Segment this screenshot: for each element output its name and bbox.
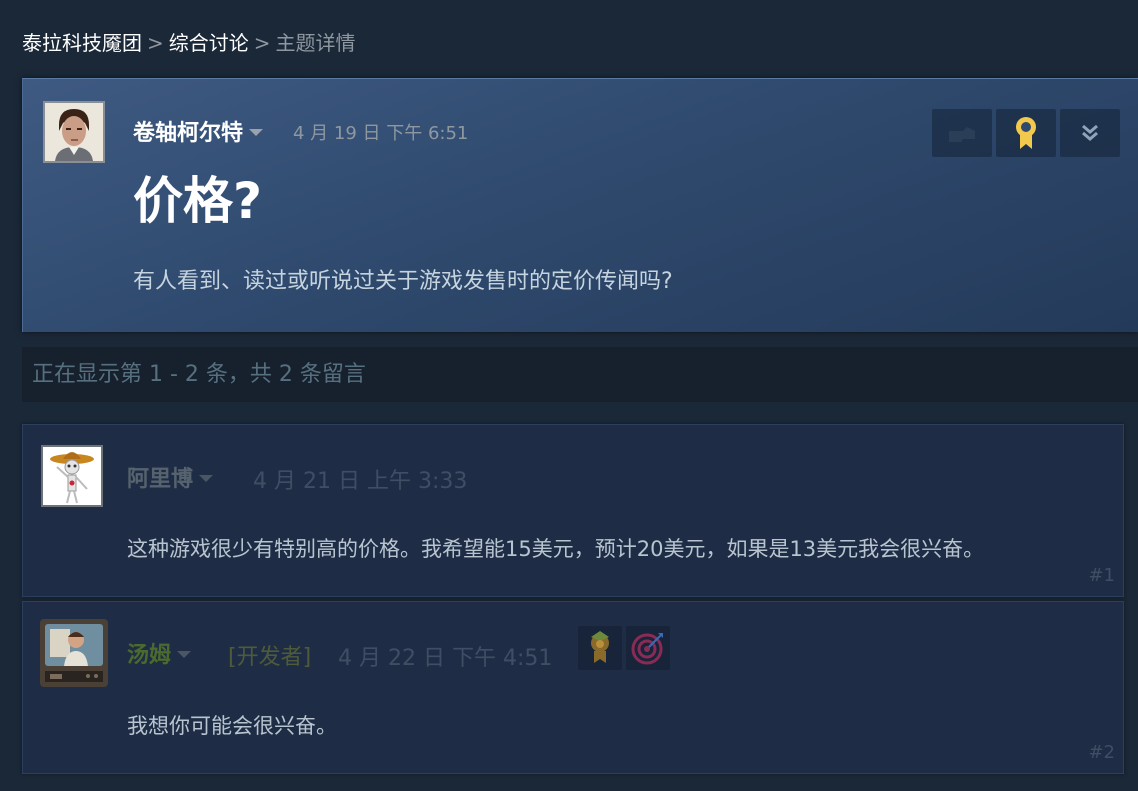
original-post: 卷轴柯尔特 4 月 19 日 下午 6:51 价格? 有人看到、读过或听说过关于… xyxy=(22,78,1138,332)
comment-author-label: 阿里博 xyxy=(127,467,194,492)
breadcrumb-separator: > xyxy=(147,31,164,55)
comment-text: 我想你可能会很兴奋。 xyxy=(127,714,337,738)
trophy-badge-icon xyxy=(591,631,609,663)
caret-down-icon[interactable] xyxy=(249,128,264,136)
caret-down-icon[interactable] xyxy=(177,650,192,658)
developer-tag: [开发者] xyxy=(228,645,312,670)
award-badges xyxy=(578,626,670,670)
comment: 汤姆 [开发者] 4 月 22 日 下午 4:51 我想你可能会很兴奋。 #2 xyxy=(22,601,1124,774)
op-author-name[interactable]: 卷轴柯尔特 xyxy=(133,115,264,147)
developer-author-name[interactable]: 汤姆 xyxy=(127,637,192,669)
comment-avatar[interactable] xyxy=(41,445,103,507)
comment-number[interactable]: #2 xyxy=(1088,742,1115,763)
comment: 阿里博 4 月 21 日 上午 3:33 这种游戏很少有特别高的价格。我希望能1… xyxy=(22,424,1124,597)
breadcrumb: 泰拉科技魇团 > 综合讨论 > 主题详情 xyxy=(22,30,356,56)
breadcrumb-group-link[interactable]: 泰拉科技魇团 xyxy=(22,31,142,55)
thumb-button[interactable] xyxy=(932,109,992,157)
op-date: 4 月 19 日 下午 6:51 xyxy=(293,123,469,144)
double-chevron-down-icon xyxy=(1082,124,1098,141)
op-avatar[interactable] xyxy=(43,101,105,163)
caret-down-icon[interactable] xyxy=(199,474,214,482)
trophy-badge[interactable] xyxy=(578,626,622,670)
expand-button[interactable] xyxy=(1060,109,1120,157)
portrait-image xyxy=(45,103,103,161)
comment-author-label: 汤姆 xyxy=(127,643,172,668)
award-ribbon-icon xyxy=(1016,117,1036,149)
op-body: 有人看到、读过或听说过关于游戏发售时的定价传闻吗? xyxy=(133,269,673,294)
thumb-icon xyxy=(949,127,975,142)
post-actions xyxy=(932,109,1120,157)
comment-count-bar: 正在显示第 1 - 2 条，共 2 条留言 xyxy=(22,347,1138,402)
retro-tv-avatar xyxy=(40,619,108,687)
op-author-label: 卷轴柯尔特 xyxy=(133,121,244,146)
topic-title: 价格? xyxy=(133,172,263,230)
comment-text: 这种游戏很少有特别高的价格。我希望能15美元，预计20美元，如果是13美元我会很… xyxy=(127,537,985,561)
comment-number[interactable]: #1 xyxy=(1088,565,1115,586)
comment-author-name[interactable]: 阿里博 xyxy=(127,461,214,493)
award-button[interactable] xyxy=(996,109,1056,157)
comment-avatar[interactable] xyxy=(40,619,108,687)
target-badge[interactable] xyxy=(626,626,670,670)
comment-date: 4 月 21 日 上午 3:33 xyxy=(253,469,468,494)
target-badge-icon xyxy=(631,633,663,665)
breadcrumb-section-link[interactable]: 综合讨论 xyxy=(169,31,249,55)
breadcrumb-separator: > xyxy=(253,31,271,55)
comment-date: 4 月 22 日 下午 4:51 xyxy=(338,646,553,671)
breadcrumb-current: 主题详情 xyxy=(275,31,356,55)
skeleton-sombrero-avatar xyxy=(43,447,101,505)
